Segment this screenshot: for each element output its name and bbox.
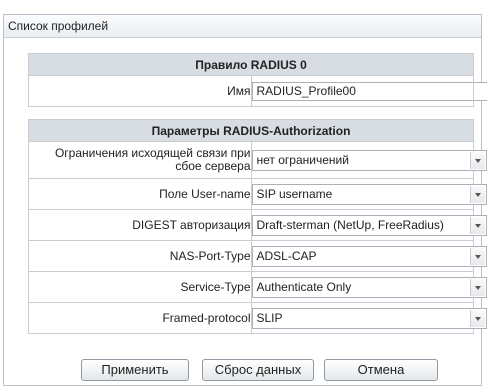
- cancel-button[interactable]: Отмена: [324, 359, 438, 381]
- auth-row-digest: DIGEST авторизация Draft-sterman (NetUp,…: [28, 209, 487, 241]
- rule-header-row: Правило RADIUS 0: [28, 53, 474, 76]
- outgoing-limits-select[interactable]: нет ограничений: [251, 149, 487, 171]
- panel-title: Список профилей: [4, 15, 481, 38]
- reset-button[interactable]: Сброс данных: [202, 359, 314, 381]
- auth-row-framed-protocol: Framed-protocol SLIP: [28, 302, 487, 334]
- chevron-down-icon[interactable]: [469, 278, 485, 296]
- digest-select[interactable]: Draft-sterman (NetUp, FreeRadius): [251, 214, 487, 236]
- auth-table: Параметры RADIUS-Authorization Ограничен…: [28, 119, 487, 334]
- apply-button[interactable]: Применить: [81, 359, 189, 381]
- digest-label: DIGEST авторизация: [28, 209, 252, 241]
- auth-row-nas-port-type: NAS-Port-Type ADSL-CAP: [28, 240, 487, 272]
- framed-protocol-select[interactable]: SLIP: [251, 307, 487, 329]
- digest-value: Draft-sterman (NetUp, FreeRadius): [256, 217, 444, 232]
- service-type-value: Authenticate Only: [256, 279, 352, 294]
- auth-row-outgoing-limits: Ограничения исходящей связи при сбое сер…: [28, 141, 487, 179]
- chevron-down-icon[interactable]: [469, 151, 485, 169]
- top-cut-strip: [0, 0, 487, 14]
- service-type-select[interactable]: Authenticate Only: [251, 276, 487, 298]
- service-type-label: Service-Type: [28, 271, 252, 303]
- chevron-down-icon[interactable]: [469, 309, 485, 327]
- nas-port-type-value: ADSL-CAP: [256, 248, 317, 263]
- auth-header: Параметры RADIUS-Authorization: [28, 119, 474, 142]
- name-label: Имя: [28, 75, 252, 107]
- nas-port-type-label: NAS-Port-Type: [28, 240, 252, 272]
- name-row: Имя RADIUS_Profile00: [28, 75, 487, 107]
- auth-row-username-field: Поле User-name SIP username: [28, 178, 487, 210]
- chevron-down-icon[interactable]: [469, 216, 485, 234]
- name-input[interactable]: RADIUS_Profile00: [251, 81, 487, 101]
- profiles-panel: Список профилей Правило RADIUS 0 Имя RAD…: [3, 14, 487, 386]
- auth-header-row: Параметры RADIUS-Authorization: [28, 119, 474, 142]
- chevron-down-icon[interactable]: [469, 185, 485, 203]
- username-field-label: Поле User-name: [28, 178, 252, 210]
- rule-header: Правило RADIUS 0: [28, 53, 474, 76]
- outgoing-limits-label: Ограничения исходящей связи при сбое сер…: [28, 141, 252, 179]
- framed-protocol-label: Framed-protocol: [28, 302, 252, 334]
- framed-protocol-value: SLIP: [256, 310, 283, 325]
- rule-table: Правило RADIUS 0 Имя RADIUS_Profile00: [28, 53, 487, 107]
- outgoing-limits-value: нет ограничений: [256, 152, 349, 167]
- username-field-value: SIP username: [256, 186, 333, 201]
- chevron-down-icon[interactable]: [469, 247, 485, 265]
- nas-port-type-select[interactable]: ADSL-CAP: [251, 245, 487, 267]
- username-field-select[interactable]: SIP username: [251, 183, 487, 205]
- auth-row-service-type: Service-Type Authenticate Only: [28, 271, 487, 303]
